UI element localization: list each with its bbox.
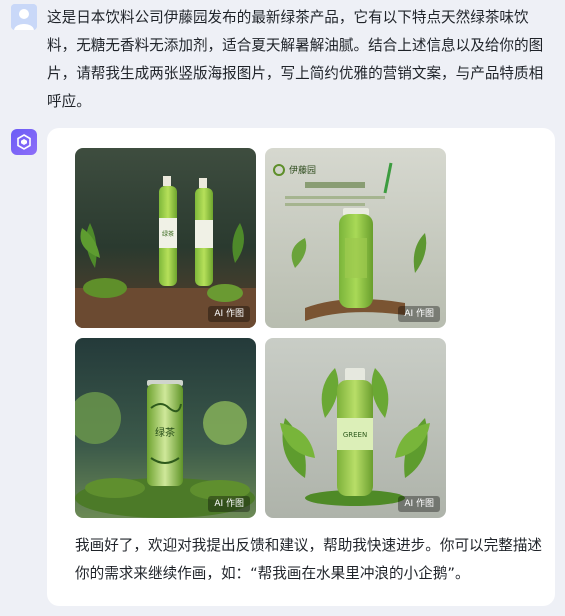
ai-generated-tag: AI 作图: [398, 496, 440, 512]
ai-generated-tag: AI 作图: [208, 496, 250, 512]
user-message-text: 这是日本饮料公司伊藤园发布的最新绿茶产品，它有以下特点天然绿茶味饮料，无糖无香料…: [47, 9, 544, 110]
generated-image-1[interactable]: 绿茶 AI 作图: [75, 148, 256, 328]
bottle-label-4: GREEN: [343, 431, 367, 439]
generated-image-4[interactable]: GREEN AI 作图: [265, 338, 446, 518]
user-avatar-icon: [11, 4, 37, 30]
ai-generated-tag: AI 作图: [208, 306, 250, 322]
generated-image-3[interactable]: 绿茶 AI 作图: [75, 338, 256, 518]
bottle-label-1: 绿茶: [162, 230, 174, 238]
bot-logo-icon: [11, 129, 37, 155]
ai-generated-tag: AI 作图: [398, 306, 440, 322]
generated-image-2[interactable]: 伊藤园 AI 作图: [265, 148, 446, 328]
bot-message-card: 绿茶 AI 作图 伊藤园 AI 作图 绿茶 AI 作图 GREEN AI 作图 …: [47, 128, 555, 606]
poster-brand-text: 伊藤园: [289, 164, 316, 176]
bot-message-text: 我画好了，欢迎对我提出反馈和建议，帮助我快速进步。你可以完整描述你的需求来继续作…: [75, 537, 543, 582]
can-label-text: 绿茶: [155, 426, 175, 439]
